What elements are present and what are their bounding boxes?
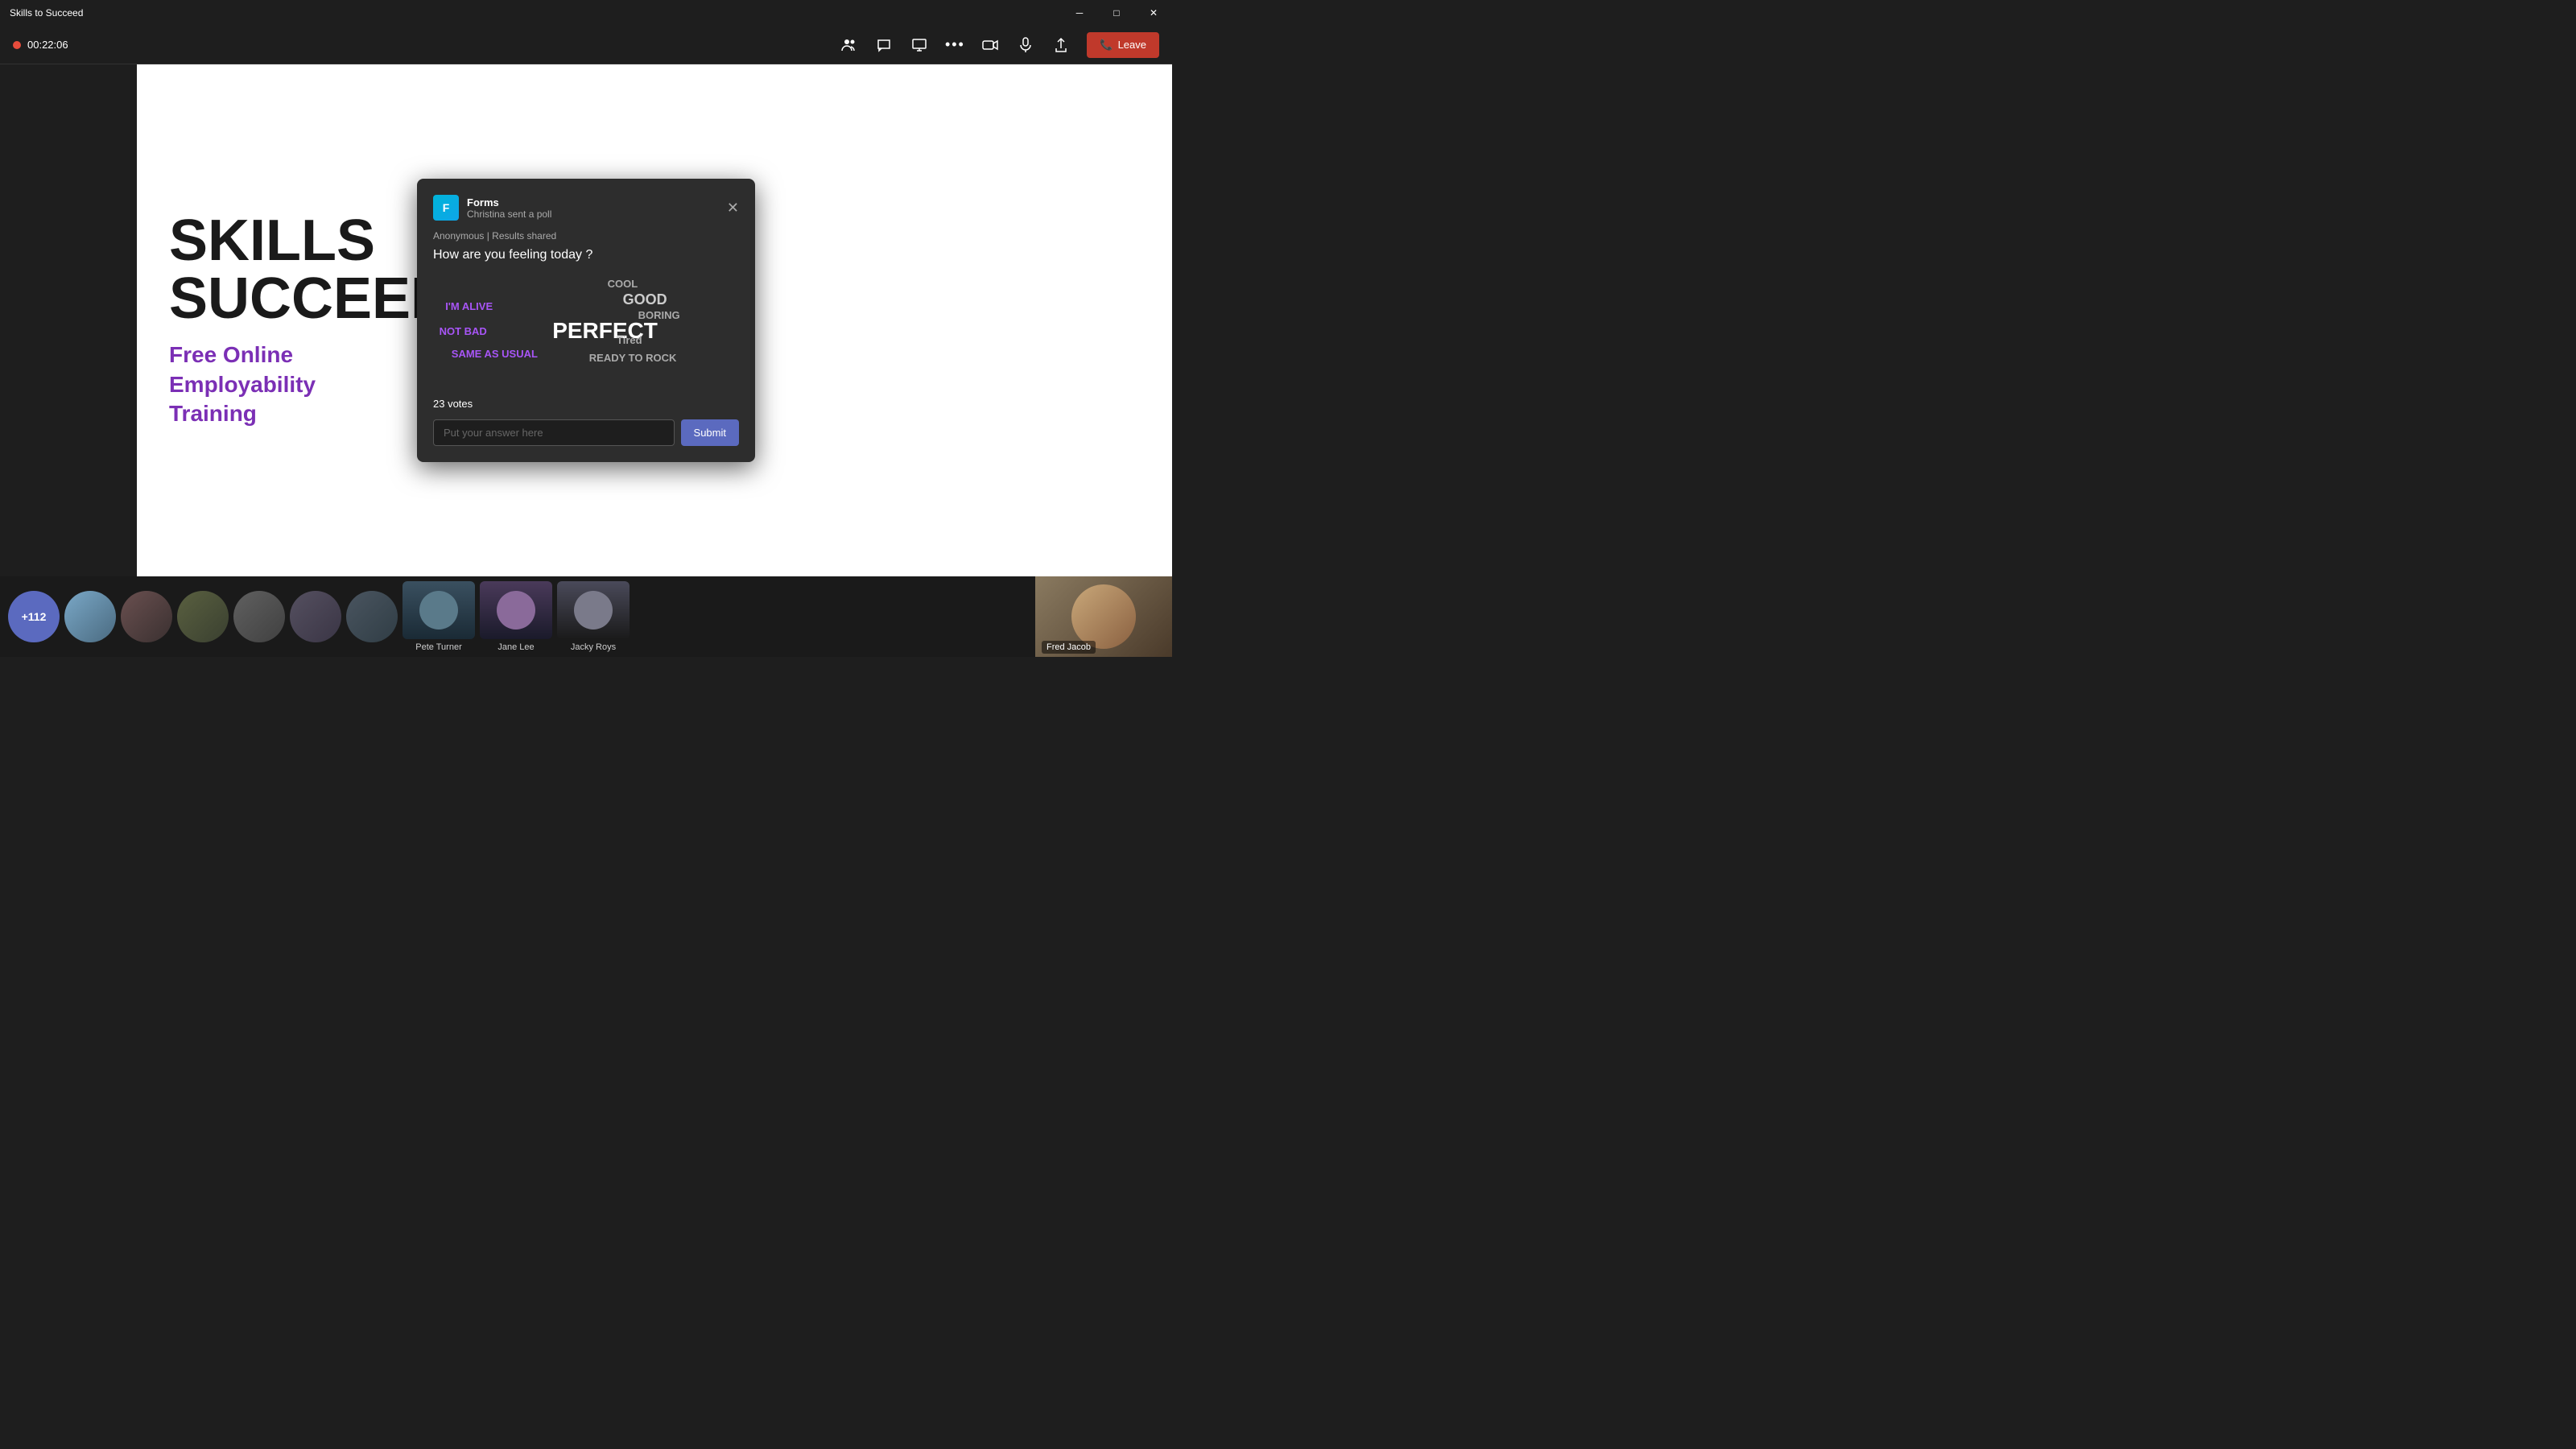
participants-button[interactable]: [832, 29, 865, 61]
word-good: GOOD: [623, 291, 667, 308]
word-cloud: PERFECT GOOD COOL BORING Tired I'M ALIVE…: [433, 275, 739, 388]
recording-time: 00:22:06: [27, 39, 68, 51]
word-im-alive: I'M ALIVE: [445, 300, 493, 312]
window-title: Skills to Succeed: [10, 7, 83, 19]
jacky-roys-label: Jacky Roys: [571, 642, 616, 652]
toolbar-right: ••• 📞 Leave: [832, 29, 1159, 61]
poll-submit-button[interactable]: Submit: [681, 419, 739, 446]
close-button[interactable]: ✕: [1135, 0, 1172, 26]
poll-app-name: Forms: [467, 196, 551, 208]
main-content: SKILLS SUCCEED Free OnlineEmployabilityT…: [0, 64, 1172, 576]
recording-dot: [13, 41, 21, 49]
chat-button[interactable]: [868, 29, 900, 61]
poll-dialog: F Forms Christina sent a poll ✕ Anonymou…: [417, 179, 755, 462]
poll-votes: 23 votes: [433, 398, 739, 410]
participant-fred-jacob: Fred Jacob: [1035, 576, 1172, 657]
minimize-button[interactable]: ─: [1061, 0, 1098, 26]
word-cool: COOL: [608, 278, 638, 290]
poll-header: F Forms Christina sent a poll ✕: [433, 195, 739, 221]
word-same-as-usual: SAME AS USUAL: [452, 348, 538, 360]
pete-turner-label: Pete Turner: [415, 642, 461, 652]
jane-lee-label: Jane Lee: [497, 642, 534, 652]
toolbar: 00:22:06 ••• 📞 Leave: [0, 26, 1172, 64]
forms-icon: F: [433, 195, 459, 221]
leave-button[interactable]: 📞 Leave: [1087, 32, 1159, 58]
leave-label: Leave: [1118, 39, 1146, 51]
poll-close-button[interactable]: ✕: [727, 200, 739, 215]
word-boring: BORING: [638, 309, 680, 321]
camera-button[interactable]: [974, 29, 1006, 61]
poll-meta: Anonymous | Results shared: [433, 230, 739, 242]
participant-avatar-6: [346, 591, 398, 642]
word-not-bad: NOT BAD: [440, 325, 487, 337]
poll-question: How are you feeling today ?: [433, 248, 739, 262]
share-button[interactable]: [1045, 29, 1077, 61]
poll-app-info: Forms Christina sent a poll: [467, 196, 551, 220]
titlebar: Skills to Succeed ─ □ ✕: [0, 0, 1172, 26]
word-tired: Tired: [617, 334, 642, 346]
word-ready-to-rock: READY TO ROCK: [589, 352, 677, 364]
poll-input-row: Submit: [433, 419, 739, 446]
fred-jacob-label: Fred Jacob: [1042, 641, 1096, 654]
maximize-button[interactable]: □: [1098, 0, 1135, 26]
poll-header-left: F Forms Christina sent a poll: [433, 195, 551, 221]
whiteboard-button[interactable]: [903, 29, 935, 61]
participant-jane-lee: Jane Lee: [480, 581, 552, 652]
participant-avatar-5: [290, 591, 341, 642]
overflow-badge: +112: [8, 591, 60, 642]
poll-app-subtitle: Christina sent a poll: [467, 208, 551, 220]
participant-avatar-1: [64, 591, 116, 642]
participant-avatar-4: [233, 591, 285, 642]
participant-jacky-roys: Jacky Roys: [557, 581, 630, 652]
participants-bar: +112 Pete Turner Jane Lee: [0, 576, 1172, 657]
participant-avatar-3: [177, 591, 229, 642]
window-controls: ─ □ ✕: [1061, 0, 1172, 26]
more-button[interactable]: •••: [939, 29, 971, 61]
mic-button[interactable]: [1009, 29, 1042, 61]
participant-avatar-2: [121, 591, 172, 642]
participant-pete-turner: Pete Turner: [402, 581, 475, 652]
recording-indicator: 00:22:06: [13, 39, 68, 51]
poll-answer-input[interactable]: [433, 419, 675, 446]
leave-phone-icon: 📞: [1100, 39, 1113, 52]
